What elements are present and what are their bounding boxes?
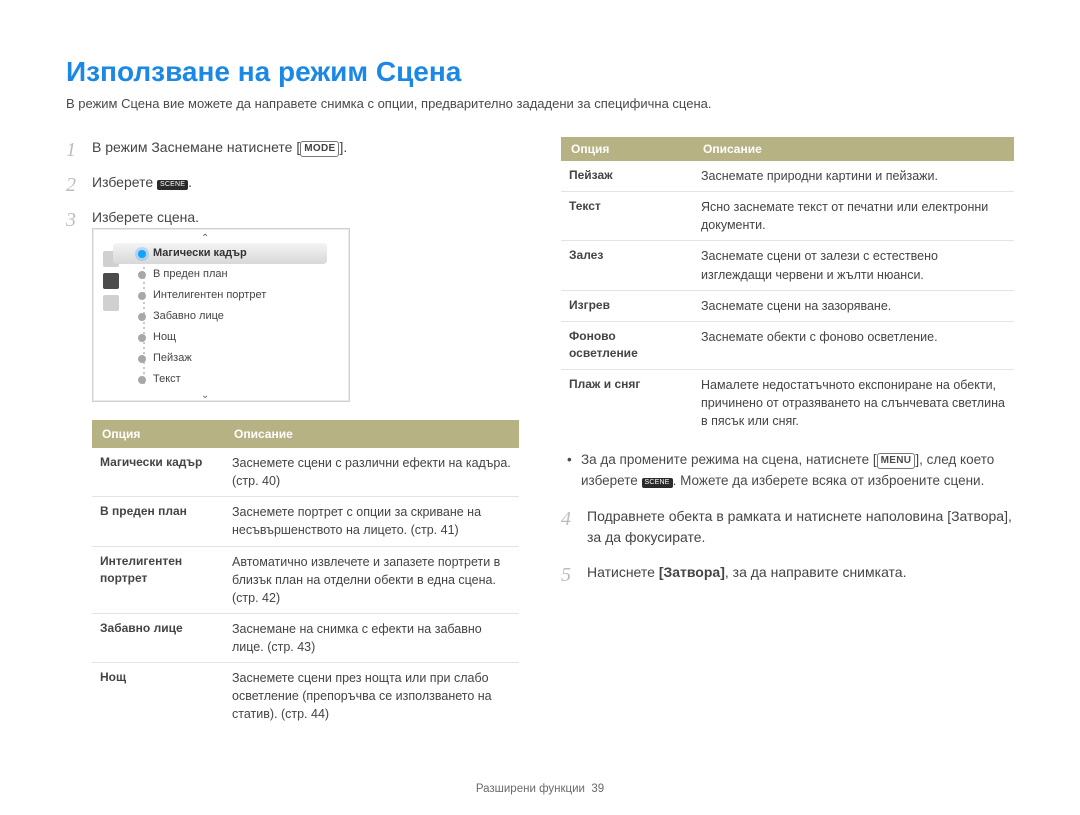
step-2: Изберете SCENE. — [66, 172, 519, 193]
note-item: За да промените режима на сцена, натисне… — [561, 450, 1014, 492]
scene-menu-item: Пейзаж — [129, 348, 339, 369]
scene-menu-item: Текст — [129, 369, 339, 390]
table-header-desc: Описание — [224, 420, 519, 448]
page-intro: В режим Сцена вие можете да направете сн… — [66, 96, 1014, 111]
table-row: ПейзажЗаснемате природни картини и пейза… — [561, 161, 1014, 192]
table-header-desc: Описание — [693, 137, 1014, 161]
table-header-option: Опция — [92, 420, 224, 448]
left-column: В режим Заснемане натиснете [MODE]. Избе… — [66, 137, 519, 744]
camera-screenshot: ⌃ ⌄ Магически кадър В преден план Интели… — [92, 228, 350, 402]
step-5: Натиснете [Затвора], за да направите сни… — [561, 562, 1014, 583]
page-title: Използване на режим Сцена — [66, 56, 1014, 88]
table-row: НощЗаснемете сцени през нощта или при сл… — [92, 663, 519, 730]
scene-icon: SCENE — [157, 180, 188, 190]
step-3: Изберете сцена. ⌃ ⌄ Магически кадър — [66, 207, 519, 730]
table-row: ЗалезЗаснемате сцени от залези с естеств… — [561, 241, 1014, 290]
scene-menu-item: Нощ — [129, 327, 339, 348]
scene-menu-item: Забавно лице — [129, 306, 339, 327]
options-table-left: Опция Описание Магически кадърЗаснемете … — [92, 420, 519, 730]
scene-menu-list: Магически кадър В преден план Интелигент… — [129, 243, 339, 390]
table-row: Фоново осветлениеЗаснемате обекти с фоно… — [561, 321, 1014, 369]
scene-icon: SCENE — [642, 478, 673, 488]
table-row: Плаж и снягНамалете недостатъчното експо… — [561, 369, 1014, 436]
table-row: В преден планЗаснемете портрет с опции з… — [92, 497, 519, 546]
chevron-down-icon: ⌄ — [201, 388, 209, 403]
table-row: Магически кадърЗаснемете сцени с различн… — [92, 448, 519, 497]
page-footer: Разширени функции 39 — [0, 783, 1080, 795]
scene-menu-item: Интелигентен портрет — [129, 285, 339, 306]
table-row: Забавно лицеЗаснемане на снимка с ефекти… — [92, 613, 519, 662]
mode-key: MODE — [300, 141, 339, 157]
scene-mode-icon — [103, 273, 119, 289]
table-header-option: Опция — [561, 137, 693, 161]
manual-page: Използване на режим Сцена В режим Сцена … — [0, 0, 1080, 815]
menu-key: MENU — [877, 453, 916, 469]
star-icon — [103, 295, 119, 311]
table-row: Интелигентен портретАвтоматично извлечет… — [92, 546, 519, 613]
table-row: ТекстЯсно заснемате текст от печатни или… — [561, 192, 1014, 241]
step-4: Подравнете обекта в рамката и натиснете … — [561, 506, 1014, 548]
scene-menu-item-selected: Магически кадър — [113, 243, 327, 264]
shutter-label: [Затвора] — [659, 564, 725, 580]
options-table-right: Опция Описание ПейзажЗаснемате природни … — [561, 137, 1014, 436]
right-column: Опция Описание ПейзажЗаснемате природни … — [561, 137, 1014, 744]
table-row: ИзгревЗаснемате сцени на зазоряване. — [561, 290, 1014, 321]
note-list: За да промените режима на сцена, натисне… — [561, 450, 1014, 492]
scene-menu-item: В преден план — [129, 264, 339, 285]
step-1: В режим Заснемане натиснете [MODE]. — [66, 137, 519, 158]
